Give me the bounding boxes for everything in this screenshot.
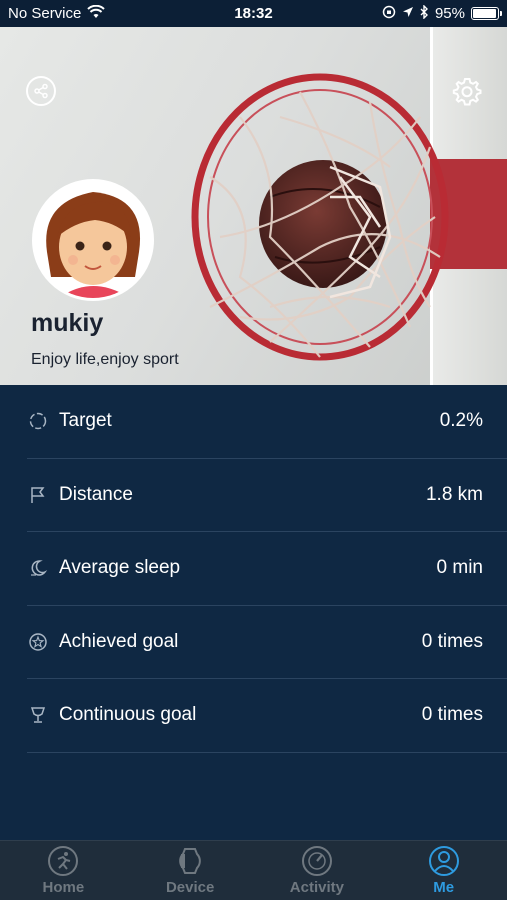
stat-label: Average sleep	[59, 557, 181, 579]
stat-row-target[interactable]: Target 0.2%	[27, 385, 507, 459]
location-icon	[402, 5, 414, 22]
stat-value: 0 min	[436, 557, 483, 579]
stat-row-achieved-goal[interactable]: Achieved goal 0 times	[27, 606, 507, 679]
stat-value: 0.2%	[439, 410, 483, 432]
trophy-icon	[27, 704, 49, 726]
watch-icon	[179, 848, 201, 874]
stats-list: Target 0.2% Distance 1.8 km Average slee…	[0, 385, 507, 753]
profile-header: mukiy Enjoy life,enjoy sport	[0, 27, 507, 385]
battery-icon	[471, 7, 502, 20]
person-icon	[428, 846, 459, 876]
tab-device[interactable]: Device	[127, 841, 254, 900]
stat-label: Achieved goal	[59, 630, 179, 652]
stat-row-average-sleep[interactable]: Average sleep 0 min	[27, 532, 507, 606]
moon-icon	[27, 557, 49, 579]
share-icon	[34, 83, 48, 99]
stat-row-continuous-goal[interactable]: Continuous goal 0 times	[27, 679, 507, 753]
battery-percent: 95%	[434, 5, 465, 22]
tab-label: Device	[165, 879, 215, 896]
bio-text: Enjoy life,enjoy sport	[31, 351, 179, 368]
stat-value: 1.8 km	[425, 483, 483, 505]
star-icon	[27, 631, 49, 653]
gauge-icon	[301, 846, 332, 876]
flag-icon	[27, 484, 49, 506]
tab-activity[interactable]: Activity	[254, 841, 381, 900]
stat-label: Target	[59, 410, 112, 432]
stat-label: Continuous goal	[59, 704, 197, 726]
rotation-lock-icon	[382, 5, 396, 23]
tab-bar: Home Device Activity Me	[0, 840, 507, 900]
basketball-hoop-image	[191, 73, 449, 361]
tab-label: Me	[433, 879, 455, 896]
settings-button[interactable]	[452, 76, 482, 106]
bluetooth-icon	[420, 3, 429, 23]
avatar[interactable]	[32, 179, 154, 301]
target-icon	[27, 410, 49, 432]
stat-value: 0 times	[421, 704, 483, 726]
tab-me[interactable]: Me	[380, 841, 507, 900]
run-icon	[48, 846, 79, 876]
tab-home[interactable]: Home	[0, 841, 127, 900]
stat-row-distance[interactable]: Distance 1.8 km	[27, 459, 507, 532]
stat-value: 0 times	[421, 630, 483, 652]
username: mukiy	[31, 309, 104, 337]
tab-label: Activity	[289, 879, 344, 896]
stat-label: Distance	[59, 483, 133, 505]
gear-icon	[452, 78, 482, 106]
tab-label: Home	[42, 879, 85, 896]
carrier-label: No Service	[8, 5, 82, 22]
user-avatar-image	[35, 182, 151, 298]
wifi-icon	[87, 4, 106, 23]
status-bar: No Service 18:32 95%	[0, 0, 507, 27]
share-button[interactable]	[26, 76, 56, 106]
